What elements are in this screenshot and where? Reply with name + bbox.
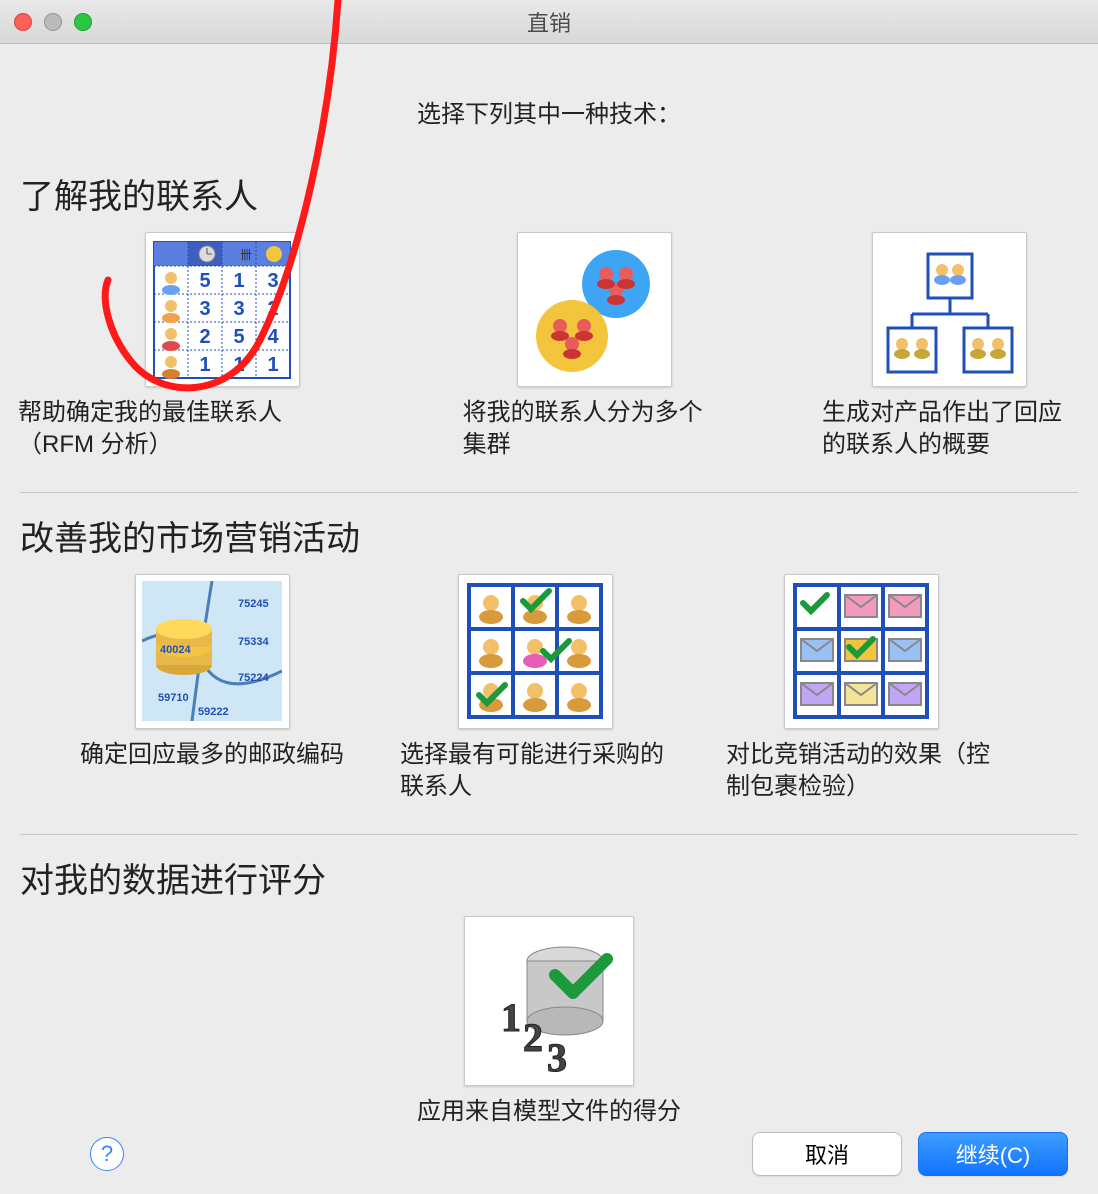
option-label: 帮助确定我的最佳联系人（RFM 分析） <box>18 397 337 462</box>
dialog-footer: ? 取消 继续(C) <box>0 1132 1098 1176</box>
option-rfm-analysis[interactable]: 卌 <box>108 232 337 462</box>
svg-text:卌: 卌 <box>240 248 252 262</box>
purchaser-grid-icon <box>458 574 613 729</box>
svg-text:40024: 40024 <box>160 644 191 656</box>
svg-text:1: 1 <box>268 354 279 376</box>
svg-text:1: 1 <box>234 354 245 376</box>
zoom-icon[interactable] <box>74 13 92 31</box>
option-contact-profile[interactable]: 生成对产品作出了回应的联系人的概要 <box>822 232 1078 462</box>
campaign-compare-icon <box>784 574 939 729</box>
svg-text:2: 2 <box>523 1015 543 1060</box>
svg-text:5: 5 <box>234 326 245 348</box>
option-likely-purchasers[interactable]: 选择最有可能进行采购的联系人 <box>400 574 670 804</box>
svg-text:3: 3 <box>234 298 245 320</box>
svg-text:5: 5 <box>200 270 211 292</box>
svg-text:75334: 75334 <box>238 636 269 648</box>
titlebar: 直销 <box>0 0 1098 44</box>
cluster-icon <box>517 232 672 387</box>
page-subtitle: 选择下列其中一种技术： <box>20 94 1078 129</box>
score-model-icon: 1 2 3 <box>464 916 634 1086</box>
option-label: 应用来自模型文件的得分 <box>417 1096 681 1128</box>
option-label: 生成对产品作出了回应的联系人的概要 <box>822 397 1078 462</box>
option-cluster-contacts[interactable]: 将我的联系人分为多个集群 <box>463 232 726 462</box>
svg-text:2: 2 <box>200 326 211 348</box>
rfm-table-icon: 卌 <box>145 232 300 387</box>
option-apply-model-score[interactable]: 1 2 3 应用来自模型文件的得分 <box>417 916 681 1128</box>
option-label: 确定回应最多的邮政编码 <box>80 739 344 771</box>
window-controls <box>14 13 92 31</box>
option-campaign-compare[interactable]: 对比竞销活动的效果（控制包裹检验） <box>726 574 996 804</box>
svg-text:1: 1 <box>234 270 245 292</box>
svg-text:1: 1 <box>501 995 521 1040</box>
svg-text:59222: 59222 <box>198 706 229 718</box>
svg-text:1: 1 <box>200 354 211 376</box>
option-label: 对比竞销活动的效果（控制包裹检验） <box>726 739 996 804</box>
svg-text:2: 2 <box>268 298 279 320</box>
option-label: 将我的联系人分为多个集群 <box>463 397 726 462</box>
option-label: 选择最有可能进行采购的联系人 <box>400 739 670 804</box>
help-button[interactable]: ? <box>90 1137 124 1171</box>
close-icon[interactable] <box>14 13 32 31</box>
option-zip-response[interactable]: 75245 40024 75334 59710 75224 59222 确定回应… <box>80 574 344 771</box>
section-title-scoring: 对我的数据进行评分 <box>20 853 1078 902</box>
section-title-marketing: 改善我的市场营销活动 <box>20 511 1078 560</box>
cancel-button[interactable]: 取消 <box>752 1132 902 1176</box>
minimize-icon <box>44 13 62 31</box>
divider <box>20 834 1078 835</box>
svg-text:3: 3 <box>268 270 279 292</box>
divider <box>20 492 1078 493</box>
window-title: 直销 <box>0 6 1098 38</box>
zip-map-icon: 75245 40024 75334 59710 75224 59222 <box>135 574 290 729</box>
svg-text:4: 4 <box>268 326 280 348</box>
svg-text:75224: 75224 <box>238 672 269 684</box>
svg-text:59710: 59710 <box>158 692 189 704</box>
svg-text:3: 3 <box>200 298 211 320</box>
svg-text:75245: 75245 <box>238 598 269 610</box>
continue-button[interactable]: 继续(C) <box>918 1132 1068 1176</box>
profile-tree-icon <box>872 232 1027 387</box>
section-title-contacts: 了解我的联系人 <box>20 169 1078 218</box>
svg-text:3: 3 <box>547 1035 567 1080</box>
